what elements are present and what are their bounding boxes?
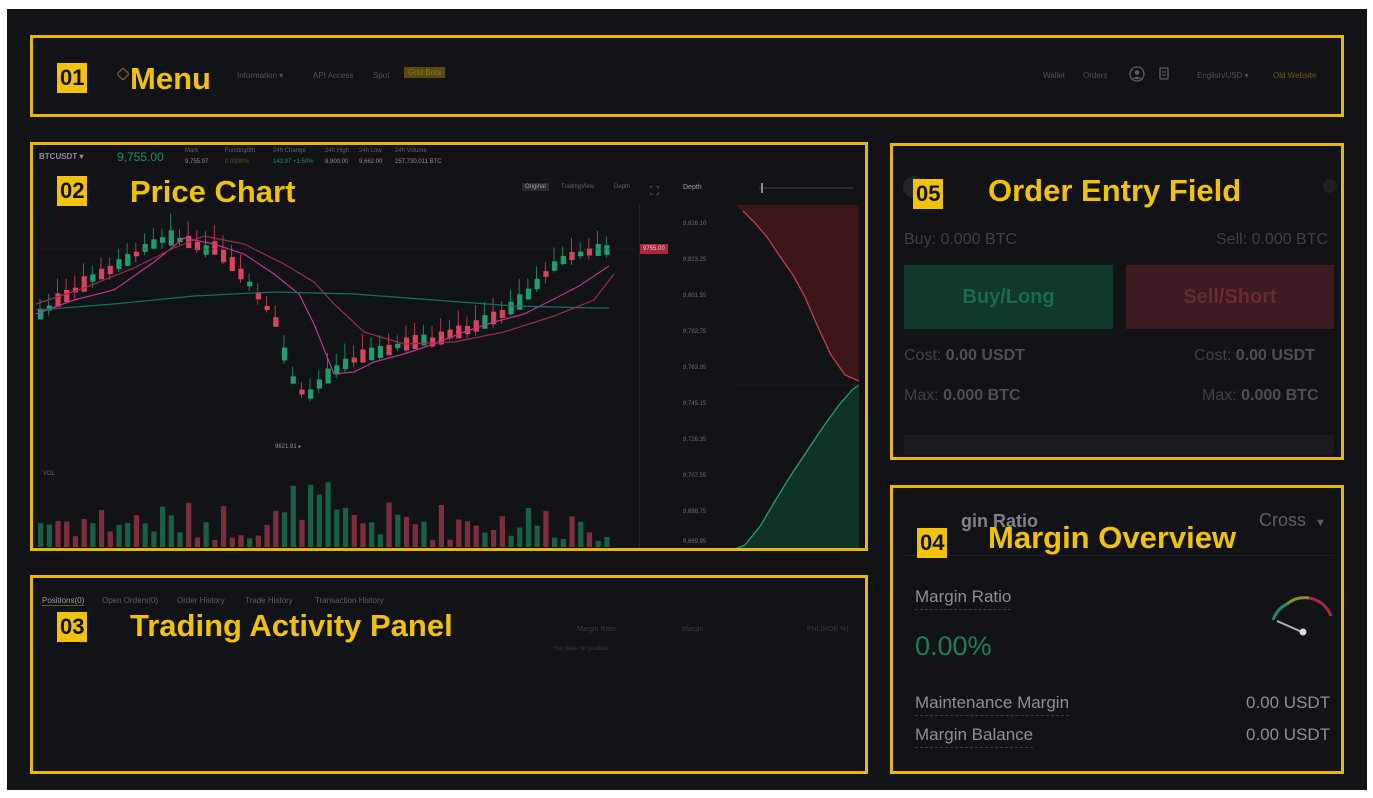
activity-frame [30, 575, 868, 774]
margin-overview-title: Margin Overview [988, 520, 1237, 555]
trading-screen: Information ▾ API Access Spot Grid Bots … [7, 9, 1367, 790]
menu-number: 01 [57, 63, 88, 93]
menu-title: Menu [130, 61, 211, 96]
activity-title: Trading Activity Panel [130, 608, 453, 643]
price-chart-number: 02 [57, 176, 88, 206]
margin-overview-number: 04 [917, 528, 948, 558]
activity-number: 03 [57, 612, 88, 642]
order-entry-title: Order Entry Field [988, 173, 1242, 208]
price-chart-title: Price Chart [130, 174, 296, 209]
menu-frame [30, 35, 1344, 117]
order-entry-number: 05 [913, 179, 944, 209]
